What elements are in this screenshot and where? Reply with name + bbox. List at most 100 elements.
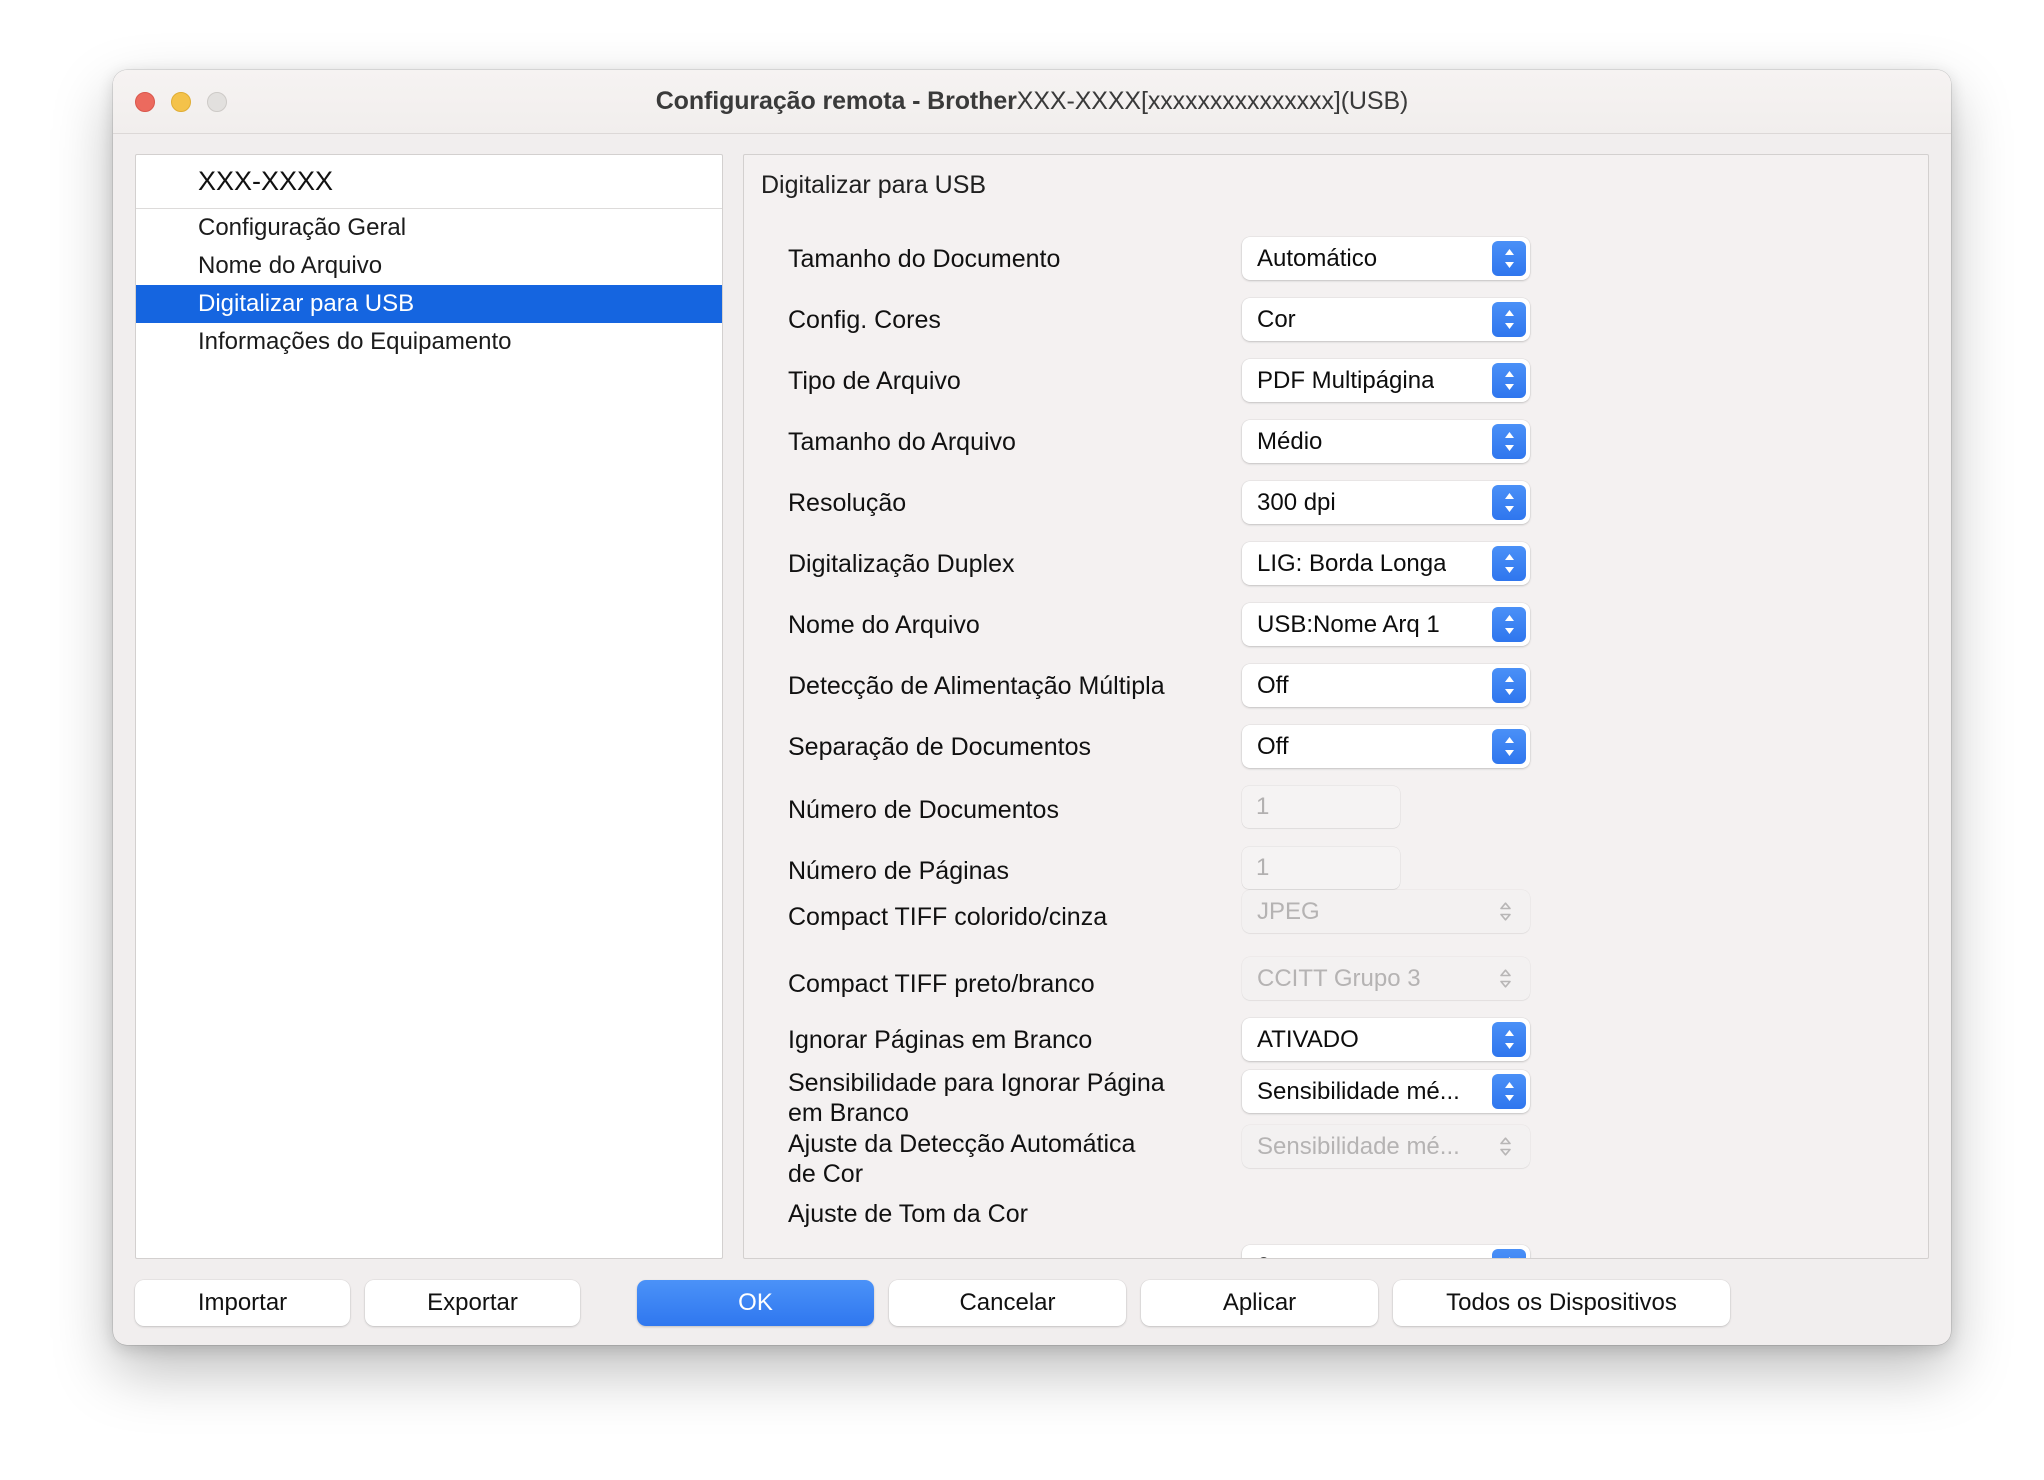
setting-popup-button[interactable]: USB:Nome Arq 1 xyxy=(1242,603,1530,646)
chevron-up-down-icon[interactable] xyxy=(1492,607,1526,642)
setting-popup-value: CCITT Grupo 3 xyxy=(1242,965,1421,993)
setting-popup-button[interactable]: Médio xyxy=(1242,420,1530,463)
setting-label: Tamanho do Arquivo xyxy=(788,427,1278,457)
window-title-serial: [xxxxxxxxxxxxxxx] xyxy=(1141,87,1341,115)
chevron-up-down-icon[interactable] xyxy=(1492,1249,1526,1259)
setting-label: Número de Páginas xyxy=(788,856,1278,886)
sidebar-item-3[interactable]: Informações do Equipamento xyxy=(136,323,722,361)
chevron-up-down-icon[interactable] xyxy=(1492,1074,1526,1109)
setting-label: Nome do Arquivo xyxy=(788,610,1278,640)
setting-label: Separação de Documentos xyxy=(788,732,1278,762)
setting-label: Digitalização Duplex xyxy=(788,549,1278,579)
panel-title: Digitalizar para USB xyxy=(761,171,986,200)
window-title-prefix: Configuração remota - Brother xyxy=(656,87,1017,115)
sidebar-item-label: Configuração Geral xyxy=(198,214,406,242)
settings-rows: Tamanho do DocumentoAutomático Config. Co… xyxy=(744,215,1928,1258)
setting-popup-value: JPEG xyxy=(1242,898,1320,926)
chevron-up-down-icon[interactable] xyxy=(1492,363,1526,398)
setting-label: Config. Cores xyxy=(788,305,1278,335)
chevron-up-down-icon[interactable] xyxy=(1492,668,1526,703)
setting-popup-value: PDF Multipágina xyxy=(1242,367,1434,395)
chevron-up-down-icon[interactable] xyxy=(1492,729,1526,764)
close-button[interactable] xyxy=(135,92,155,112)
setting-popup-button[interactable]: LIG: Borda Longa xyxy=(1242,542,1530,585)
sidebar-list: Configuração Geral Nome do Arquivo Digital… xyxy=(136,209,722,361)
cancel-button[interactable]: Cancelar xyxy=(889,1280,1126,1326)
setting-label: Resolução xyxy=(788,488,1278,518)
zoom-button[interactable] xyxy=(207,92,227,112)
setting-text-value: 1 xyxy=(1242,854,1269,882)
export-button[interactable]: Exportar xyxy=(365,1280,580,1326)
setting-text-value: 1 xyxy=(1242,793,1269,821)
sidebar-item-label: Informações do Equipamento xyxy=(198,328,512,356)
setting-popup-button: JPEG xyxy=(1242,890,1530,933)
setting-label: Detecção de Alimentação Múltipla xyxy=(788,671,1278,701)
window-titlebar: Configuração remota - BrotherXXX-XXXX[xx… xyxy=(113,70,1951,134)
sidebar-item-0[interactable]: Configuração Geral xyxy=(136,209,722,247)
setting-label: Sensibilidade para Ignorar Página em Bra… xyxy=(788,1068,1278,1128)
sidebar-item-2[interactable]: Digitalizar para USB xyxy=(136,285,722,323)
remote-setup-window: Configuração remota - BrotherXXX-XXXX[xx… xyxy=(113,70,1951,1345)
chevron-up-down-icon xyxy=(1488,961,1522,996)
traffic-light-group xyxy=(135,92,227,112)
setting-popup-button[interactable]: 300 dpi xyxy=(1242,481,1530,524)
setting-label: Tamanho do Documento xyxy=(788,244,1278,274)
setting-label: Compact TIFF colorido/cinza xyxy=(788,902,1278,932)
chevron-up-down-icon[interactable] xyxy=(1492,1022,1526,1057)
setting-popup-value: USB:Nome Arq 1 xyxy=(1242,611,1440,639)
setting-popup-value: Sensibilidade mé... xyxy=(1242,1133,1460,1161)
setting-popup-value: Médio xyxy=(1242,428,1322,456)
all-devices-button[interactable]: Todos os Dispositivos xyxy=(1393,1280,1730,1326)
chevron-up-down-icon[interactable] xyxy=(1492,302,1526,337)
chevron-up-down-icon[interactable] xyxy=(1492,546,1526,581)
setting-popup-value: Off xyxy=(1242,733,1289,761)
setting-popup-value: LIG: Borda Longa xyxy=(1242,550,1446,578)
window-title-model: XXX-XXXX xyxy=(1017,87,1141,115)
setting-popup-value: 300 dpi xyxy=(1242,489,1336,517)
setting-popup-button[interactable]: Sensibilidade mé... xyxy=(1242,1070,1530,1113)
setting-text-input: 1 xyxy=(1242,786,1400,828)
setting-label: Compact TIFF preto/branco xyxy=(788,969,1278,999)
setting-text-input: 1 xyxy=(1242,847,1400,889)
setting-popup-button[interactable]: Cor xyxy=(1242,298,1530,341)
chevron-up-down-icon[interactable] xyxy=(1492,241,1526,276)
minimize-button[interactable] xyxy=(171,92,191,112)
device-sidebar: XXX-XXXX Configuração Geral Nome do Arqui… xyxy=(135,154,723,1259)
chevron-up-down-icon xyxy=(1488,894,1522,929)
setting-popup-button: Sensibilidade mé... xyxy=(1242,1125,1530,1168)
setting-popup-button[interactable]: Off xyxy=(1242,725,1530,768)
setting-label: Brilho xyxy=(788,1255,1278,1259)
chevron-up-down-icon xyxy=(1488,1129,1522,1164)
setting-popup-value: Off xyxy=(1242,672,1289,700)
setting-popup-value: 0 xyxy=(1242,1253,1270,1260)
window-body: XXX-XXXX Configuração Geral Nome do Arqui… xyxy=(113,134,1951,1260)
sidebar-item-label: Digitalizar para USB xyxy=(198,290,414,318)
window-title: Configuração remota - BrotherXXX-XXXX[xx… xyxy=(113,87,1951,116)
setting-popup-button[interactable]: Off xyxy=(1242,664,1530,707)
setting-popup-value: Sensibilidade mé... xyxy=(1242,1078,1460,1106)
footer-button-bar: Importar Exportar OK Cancelar Aplicar To… xyxy=(113,1260,1951,1345)
chevron-up-down-icon[interactable] xyxy=(1492,485,1526,520)
desktop-backdrop: Configuração remota - BrotherXXX-XXXX[xx… xyxy=(0,0,2044,1480)
settings-panel: Digitalizar para USB Tamanho do Document… xyxy=(743,154,1929,1259)
import-button[interactable]: Importar xyxy=(135,1280,350,1326)
setting-popup-value: Cor xyxy=(1242,306,1296,334)
setting-label: Ajuste da Detecção Automática de Cor xyxy=(788,1129,1278,1189)
setting-popup-button[interactable]: 0 xyxy=(1242,1245,1530,1259)
sidebar-item-1[interactable]: Nome do Arquivo xyxy=(136,247,722,285)
sidebar-header-model: XXX-XXXX xyxy=(136,155,722,209)
setting-label: Ignorar Páginas em Branco xyxy=(788,1025,1278,1055)
apply-button[interactable]: Aplicar xyxy=(1141,1280,1378,1326)
setting-popup-button[interactable]: ATIVADO xyxy=(1242,1018,1530,1061)
ok-button[interactable]: OK xyxy=(637,1280,874,1326)
sidebar-item-label: Nome do Arquivo xyxy=(198,252,382,280)
setting-label: Número de Documentos xyxy=(788,795,1278,825)
setting-popup-button[interactable]: Automático xyxy=(1242,237,1530,280)
window-title-connection: (USB) xyxy=(1341,87,1409,115)
chevron-up-down-icon[interactable] xyxy=(1492,424,1526,459)
setting-popup-value: Automático xyxy=(1242,245,1377,273)
setting-label: Tipo de Arquivo xyxy=(788,366,1278,396)
setting-popup-button: CCITT Grupo 3 xyxy=(1242,957,1530,1000)
setting-popup-button[interactable]: PDF Multipágina xyxy=(1242,359,1530,402)
setting-label: Ajuste de Tom da Cor xyxy=(788,1199,1278,1229)
